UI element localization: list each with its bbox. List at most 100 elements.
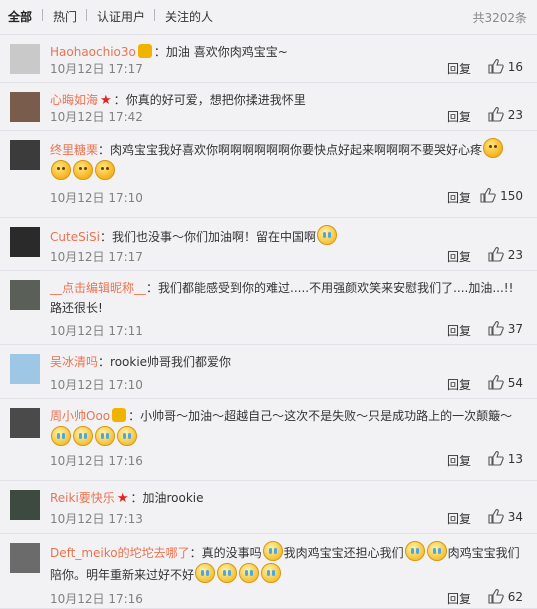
thumbs-up-icon xyxy=(480,188,500,203)
username-link[interactable]: Haohaochio3o xyxy=(50,45,136,59)
comment-text: 肉鸡宝宝我好喜欢你啊啊啊啊啊啊你要快点好起来啊啊啊不要哭好心疼 xyxy=(110,143,483,157)
comment-row: CuteSiSi：我们也没事～你们加油啊！留在中国啊 10月12日 17:17 回复… xyxy=(0,217,537,271)
comment-body: Reiki要快乐 ★ ：加油rookie xyxy=(50,488,520,509)
crying-emoji-icon xyxy=(217,563,238,583)
avatar[interactable] xyxy=(10,543,40,573)
like-button[interactable]: 150 xyxy=(480,188,523,203)
sad-emoji-icon xyxy=(483,138,504,158)
like-button[interactable]: 23 xyxy=(488,107,523,122)
comment-colon: ： xyxy=(130,491,143,505)
comment-time: 10月12日 17:10 xyxy=(50,191,143,205)
comment-body: 终里糖栗：肉鸡宝宝我好喜欢你啊啊啊啊啊啊你要快点好起来啊啊啊不要哭好心疼 xyxy=(50,138,520,182)
comment-colon: ： xyxy=(98,143,111,157)
comment-text: rookie帅哥我们都爱你 xyxy=(110,355,232,369)
thumbs-up-icon xyxy=(488,589,508,604)
reply-button[interactable]: 回复 xyxy=(447,108,471,125)
avatar[interactable] xyxy=(10,280,40,310)
like-button[interactable]: 34 xyxy=(488,509,523,524)
like-button[interactable]: 62 xyxy=(488,589,523,604)
avatar[interactable] xyxy=(10,227,40,257)
star-badge-icon: ★ xyxy=(100,93,112,108)
thumbs-up-icon xyxy=(488,107,508,122)
thumbs-up-icon xyxy=(488,59,508,74)
crying-emoji-icon xyxy=(404,541,425,561)
avatar[interactable] xyxy=(10,92,40,122)
like-count: 150 xyxy=(500,189,523,203)
username-link[interactable]: 吴冰清吗 xyxy=(50,355,98,369)
tab-verified-users[interactable]: 认证用户 xyxy=(97,8,145,25)
comment-colon: ： xyxy=(146,281,159,295)
comment-time: 10月12日 17:13 xyxy=(50,512,143,526)
comment-colon: ： xyxy=(153,45,166,59)
crying-emoji-icon xyxy=(317,225,338,245)
reply-button[interactable]: 回复 xyxy=(447,510,471,527)
thumbs-up-icon xyxy=(488,509,508,524)
reply-button[interactable]: 回复 xyxy=(447,60,471,77)
reply-button[interactable]: 回复 xyxy=(447,322,471,339)
sad-emoji-icon xyxy=(95,160,115,180)
star-badge-icon: ★ xyxy=(116,491,129,506)
crying-emoji-icon xyxy=(73,426,93,446)
crying-emoji-icon xyxy=(117,426,137,446)
tab-divider xyxy=(154,9,155,21)
comment-colon: ： xyxy=(98,355,111,369)
thumbs-up-icon xyxy=(488,375,508,390)
avatar[interactable] xyxy=(10,140,40,170)
reply-button[interactable]: 回复 xyxy=(447,590,471,607)
tab-following[interactable]: 关注的人 xyxy=(165,8,213,25)
tab-divider xyxy=(42,9,43,21)
avatar[interactable] xyxy=(10,408,40,438)
comment-body: 周小帅Ooo ：小帅哥～加油～超越自己～这次不是失败～只是成功路上的一次颠簸～ xyxy=(50,406,520,448)
like-count: 54 xyxy=(507,376,523,390)
comment-time: 10月12日 17:10 xyxy=(50,378,143,392)
comment-colon: ： xyxy=(99,230,112,244)
comment-time: 10月12日 17:42 xyxy=(50,110,143,124)
avatar[interactable] xyxy=(10,490,40,520)
like-button[interactable]: 54 xyxy=(488,375,523,390)
comment-row: 终里糖栗：肉鸡宝宝我好喜欢你啊啊啊啊啊啊你要快点好起来啊啊啊不要哭好心疼 10月1… xyxy=(0,130,537,218)
comment-text: 我们也没事～你们加油啊！留在中国啊 xyxy=(112,230,317,244)
comment-text: 我肉鸡宝宝还担心我们 xyxy=(283,546,404,560)
username-link[interactable]: 终里糖栗 xyxy=(50,143,98,157)
sad-emoji-icon xyxy=(51,160,71,180)
reply-button[interactable]: 回复 xyxy=(447,189,471,206)
comment-text: 加油 喜欢你肉鸡宝宝~ xyxy=(165,45,288,59)
comment-row: 周小帅Ooo ：小帅哥～加油～超越自己～这次不是失败～只是成功路上的一次颠簸～ 10… xyxy=(0,398,537,481)
username-link[interactable]: Deft_meiko的坨坨去哪了 xyxy=(50,546,190,560)
comment-time: 10月12日 17:16 xyxy=(50,592,143,606)
comment-filter-tabs: 全部 热门 认证用户 关注的人 共3202条 xyxy=(0,0,537,35)
comment-row: 心晦如海 ★ ：你真的好可爱，想把你揉进我怀里 10月12日 17:42 回复 23 xyxy=(0,82,537,131)
like-button[interactable]: 23 xyxy=(488,247,523,262)
reply-button[interactable]: 回复 xyxy=(447,452,471,469)
avatar[interactable] xyxy=(10,354,40,384)
crying-emoji-icon xyxy=(262,541,283,561)
username-link[interactable]: __点击编辑昵称__ xyxy=(50,281,146,295)
thumbs-up-icon xyxy=(488,451,508,466)
like-button[interactable]: 16 xyxy=(488,59,523,74)
reply-button[interactable]: 回复 xyxy=(447,248,471,265)
like-count: 16 xyxy=(507,60,523,74)
comment-text: 你真的好可爱，想把你揉进我怀里 xyxy=(125,93,306,107)
like-count: 62 xyxy=(507,590,523,604)
username-link[interactable]: Reiki要快乐 xyxy=(50,491,115,505)
username-link[interactable]: CuteSiSi xyxy=(50,230,100,244)
crying-emoji-icon xyxy=(261,563,282,583)
username-link[interactable]: 周小帅Ooo xyxy=(50,409,110,423)
crying-emoji-icon xyxy=(95,426,115,446)
comment-colon: ： xyxy=(113,93,126,107)
thumbs-up-icon xyxy=(488,247,508,262)
tab-hot[interactable]: 热门 xyxy=(53,8,77,25)
reply-button[interactable]: 回复 xyxy=(447,376,471,393)
like-count: 34 xyxy=(507,510,523,524)
avatar[interactable] xyxy=(10,44,40,74)
comment-time: 10月12日 17:16 xyxy=(50,454,143,468)
like-button[interactable]: 13 xyxy=(488,451,523,466)
like-count: 23 xyxy=(507,108,523,122)
like-button[interactable]: 37 xyxy=(488,321,523,336)
crying-emoji-icon xyxy=(239,563,260,583)
comment-row: 吴冰清吗：rookie帅哥我们都爱你 10月12日 17:10 回复 54 xyxy=(0,344,537,399)
tab-all[interactable]: 全部 xyxy=(8,8,32,25)
username-link[interactable]: 心晦如海 xyxy=(50,93,98,107)
crying-emoji-icon xyxy=(426,541,447,561)
comment-colon: ： xyxy=(128,409,141,423)
